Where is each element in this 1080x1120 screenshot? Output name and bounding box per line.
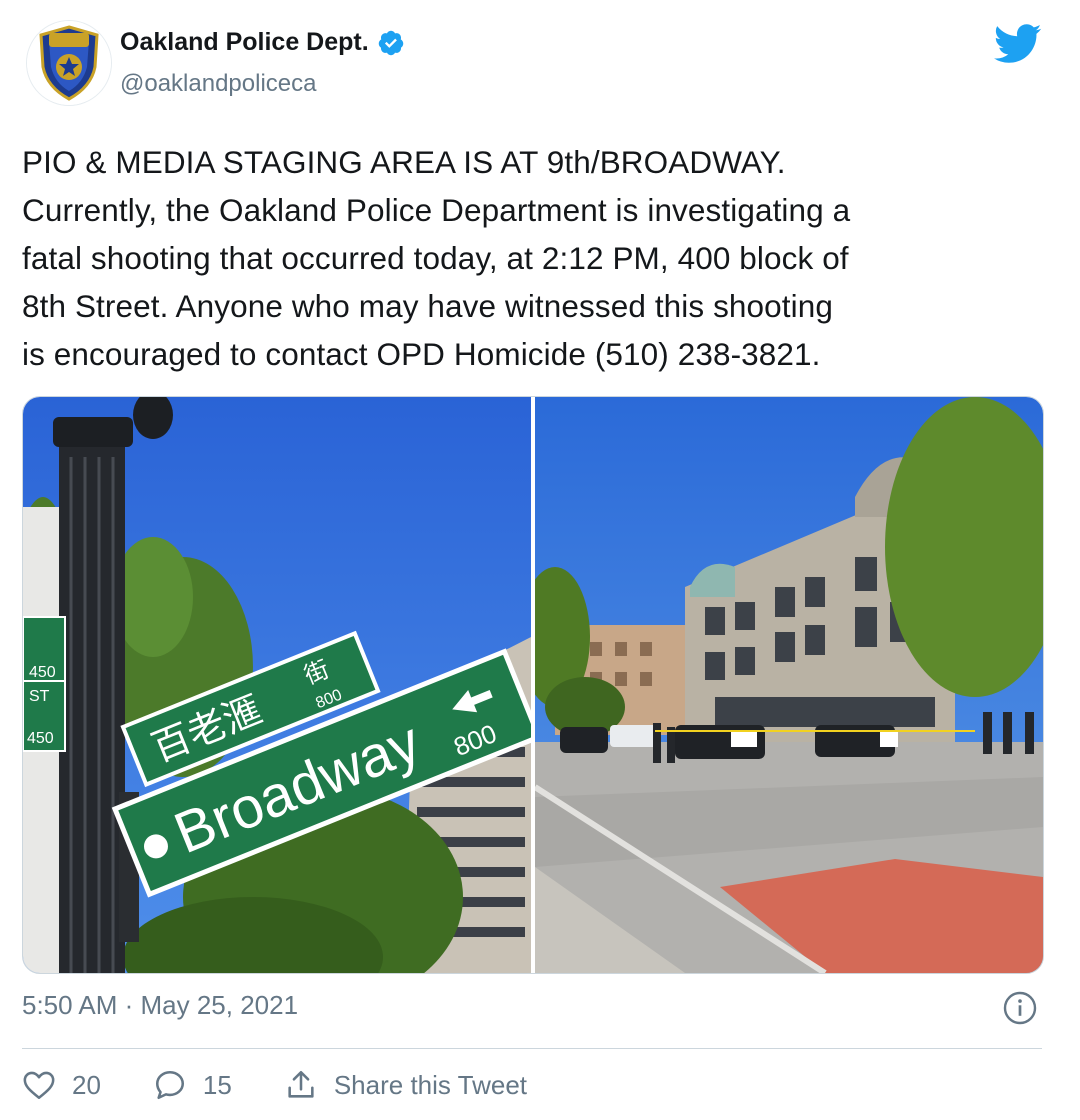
- police-badge-icon: [27, 21, 111, 105]
- speech-bubble-icon: [155, 1070, 184, 1100]
- side-sign-st: ST: [29, 688, 50, 705]
- tweet-line: Currently, the Oakland Police Department…: [22, 192, 851, 228]
- tweet-actions: 20 15 Share this Tweet: [22, 1068, 579, 1102]
- tweet-line: PIO & MEDIA STAGING AREA IS AT 9th/BROAD…: [22, 144, 786, 180]
- photo-street-sign[interactable]: 450 ST 450 百老滙 街 800 Broadway 800: [23, 397, 531, 973]
- handle[interactable]: @oaklandpoliceca: [120, 70, 317, 98]
- photo-street-scene[interactable]: [535, 397, 1043, 973]
- verified-badge-icon: [378, 30, 403, 55]
- divider: [22, 1048, 1042, 1049]
- reply-count: 15: [202, 1069, 232, 1100]
- media-grid: 450 ST 450 百老滙 街 800 Broadway 800: [22, 396, 1044, 974]
- like-count: 20: [72, 1069, 101, 1100]
- share-icon: [288, 1070, 314, 1098]
- info-icon[interactable]: [1002, 990, 1038, 1026]
- tweet-line: is encouraged to contact OPD Homicide (5…: [22, 336, 821, 372]
- share-label: Share this Tweet: [333, 1069, 528, 1100]
- display-name[interactable]: Oakland Police Dept.: [120, 28, 369, 57]
- tweet-line: fatal shooting that occurred today, at 2…: [22, 240, 849, 276]
- reply-button[interactable]: 15: [153, 1068, 232, 1102]
- side-sign-top-number: 450: [29, 664, 56, 681]
- tweet-line: 8th Street. Anyone who may have witnesse…: [22, 288, 833, 324]
- like-button[interactable]: 20: [22, 1068, 101, 1102]
- tweet-text: PIO & MEDIA STAGING AREA IS AT 9th/BROAD…: [22, 138, 1052, 378]
- avatar[interactable]: [26, 20, 112, 106]
- tweet-timestamp[interactable]: 5:50 AM · May 25, 2021: [22, 990, 298, 1021]
- street-sign-photo: 450 ST 450 百老滙 街 800 Broadway 800: [23, 397, 531, 973]
- street-scene-photo: [535, 397, 1043, 973]
- side-sign-bottom-number: 450: [27, 730, 54, 747]
- share-button[interactable]: Share this Tweet: [284, 1068, 527, 1102]
- heart-icon: [23, 1071, 55, 1100]
- twitter-bird-icon[interactable]: [994, 24, 1042, 64]
